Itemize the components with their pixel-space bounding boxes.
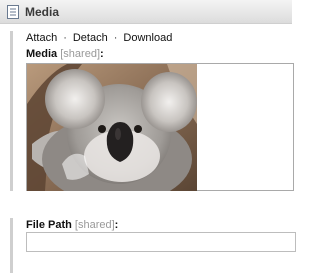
field-name: File Path (26, 219, 72, 231)
file-path-input[interactable] (26, 232, 296, 252)
separator: · (63, 32, 67, 44)
download-link[interactable]: Download (123, 32, 172, 44)
document-icon (7, 4, 19, 19)
attach-link[interactable]: Attach (26, 32, 57, 44)
separator: · (113, 32, 118, 44)
media-preview[interactable] (26, 63, 294, 191)
media-actions: Attach · Detach · Download (26, 32, 172, 44)
panel-title: Media (25, 4, 60, 19)
koala-image (27, 64, 197, 191)
file-path-label: File Path [shared]: (26, 219, 118, 231)
label-colon: : (100, 48, 104, 60)
detach-link[interactable]: Detach (73, 32, 108, 44)
shared-tag: [shared] (60, 48, 100, 60)
panel-header: Media (0, 0, 292, 24)
section-indicator-bar (10, 31, 13, 191)
label-colon: : (114, 219, 119, 231)
section-indicator-bar (10, 218, 13, 273)
media-field-label: Media [shared]: (26, 48, 104, 60)
field-name: Media (26, 48, 58, 60)
shared-tag: [shared] (74, 219, 115, 231)
